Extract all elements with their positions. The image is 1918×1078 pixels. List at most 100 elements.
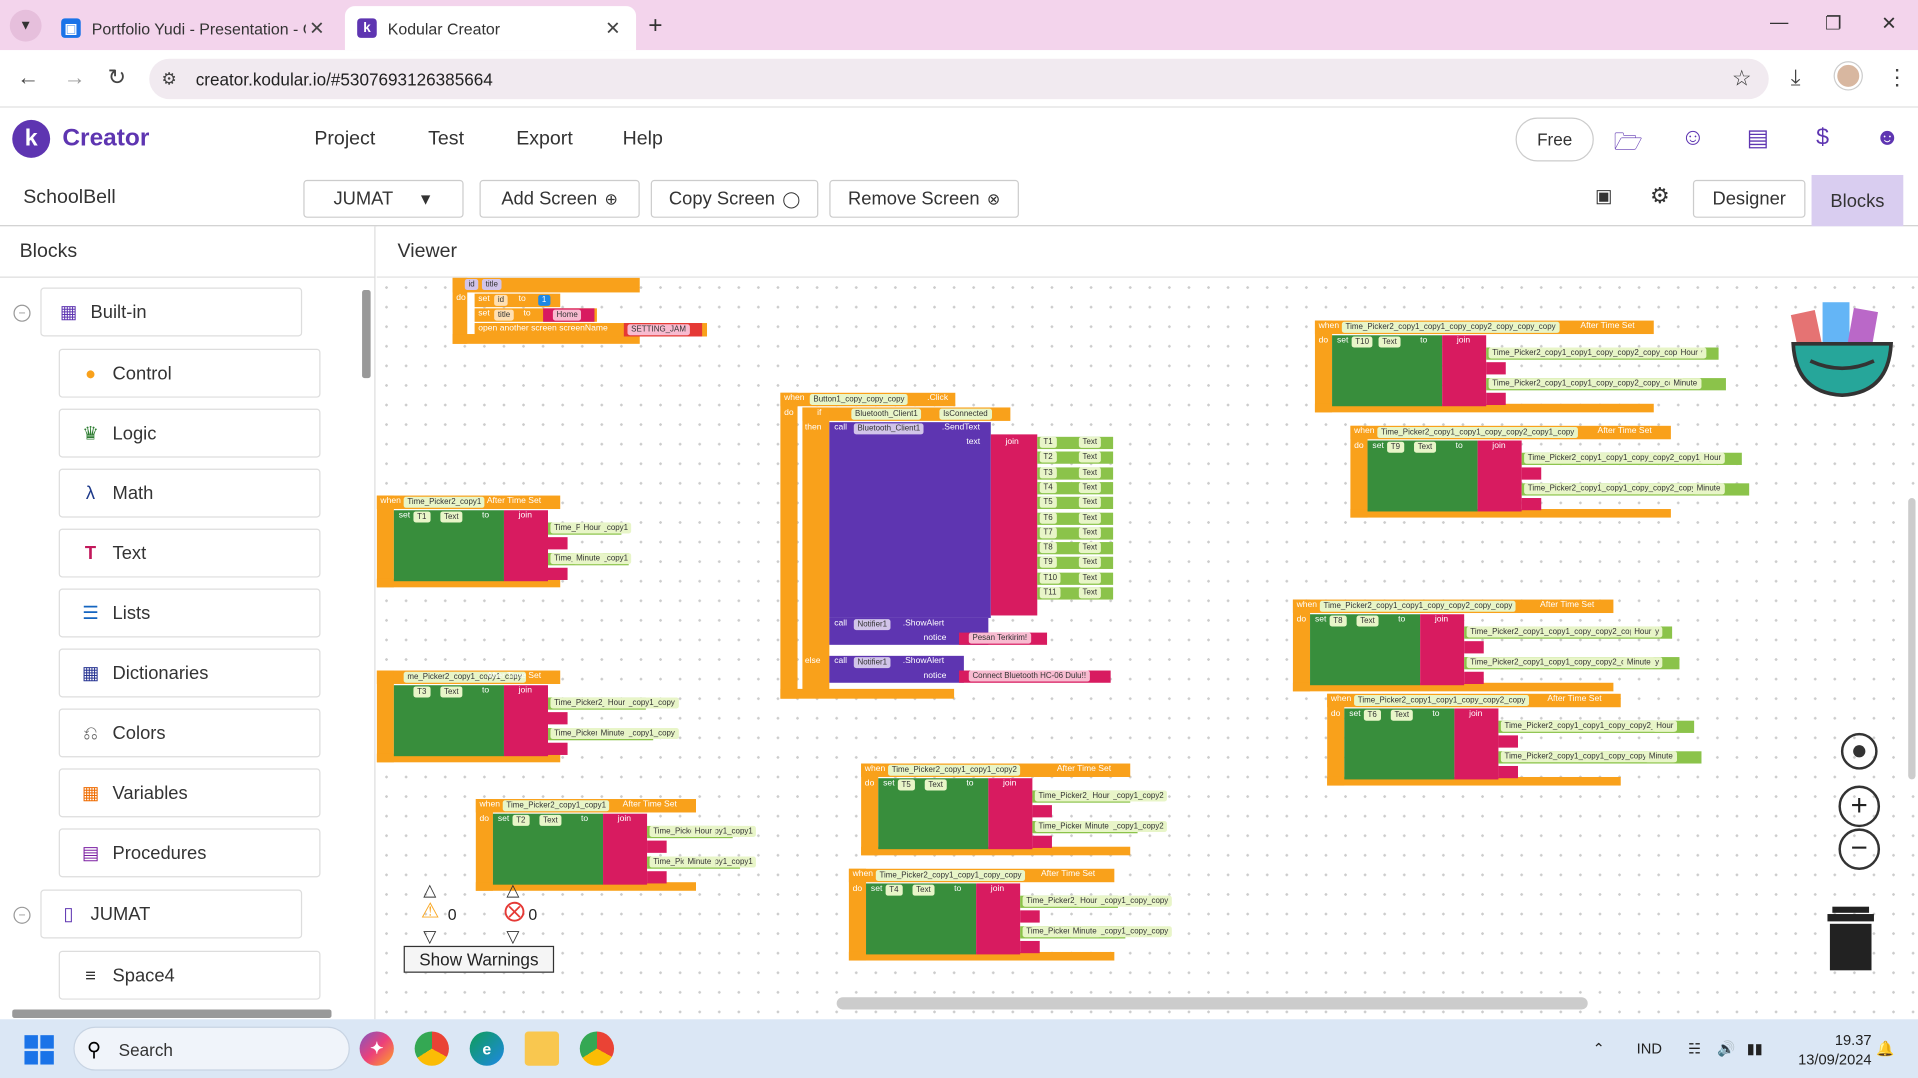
clock[interactable]: 19.37 13/09/2024 [1798, 1030, 1871, 1069]
warning-count: 0 [447, 905, 457, 924]
blocks-workspace[interactable]: id title do set id to 1 set title to Hom… [376, 277, 1918, 1020]
procedures-icon: ▤ [81, 843, 100, 864]
site-info-icon[interactable]: ⚙ [161, 69, 176, 90]
workspace-horizontal-scrollbar[interactable] [836, 997, 1588, 1010]
show-warnings-button[interactable]: Show Warnings [403, 945, 555, 973]
tree-label: Logic [112, 422, 157, 444]
windows-start-icon[interactable] [24, 1035, 54, 1065]
remove-screen-button[interactable]: Remove Screen ⊗ [829, 179, 1019, 218]
taskbar-search[interactable]: ⚲ Search [73, 1026, 350, 1071]
notification-bell-icon[interactable]: 🔔 [1876, 1040, 1894, 1057]
forward-icon[interactable]: → [64, 65, 86, 91]
tree-dictionaries[interactable]: ▦ Dictionaries [58, 648, 321, 698]
brand-title[interactable]: Creator [62, 125, 149, 153]
bookmark-star-icon[interactable]: ☆ [1732, 66, 1752, 92]
backpack-icon[interactable] [1786, 295, 1899, 400]
url-text[interactable]: creator.kodular.io/#5307693126385664 [196, 70, 493, 90]
tree-screen-jumat[interactable]: ▯ JUMAT [40, 889, 303, 939]
zoom-in-button[interactable]: + [1838, 785, 1881, 828]
menu-export[interactable]: Export [516, 128, 573, 150]
download-icon[interactable]: ⤓ [1791, 65, 1801, 91]
chrome-profile-icon[interactable] [579, 1031, 615, 1066]
builtin-icon: ▦ [59, 302, 78, 324]
tree-lists[interactable]: ☰ Lists [58, 588, 321, 638]
kodular-logo-icon[interactable]: k [12, 119, 51, 158]
free-plan-button[interactable]: Free [1515, 117, 1594, 162]
tree-control[interactable]: ● Control [58, 348, 321, 398]
menu-test[interactable]: Test [428, 128, 464, 150]
workspace-vertical-scrollbar[interactable] [1908, 498, 1916, 780]
zoom-out-button[interactable]: − [1838, 828, 1881, 870]
minimize-icon[interactable]: — [1770, 12, 1788, 33]
tree-logic[interactable]: ♛ Logic [58, 408, 321, 458]
close-icon[interactable]: ✕ [306, 17, 328, 39]
window-close-icon[interactable]: ✕ [1881, 12, 1896, 34]
community-icon[interactable]: ☺ [1678, 125, 1707, 154]
chrome-icon[interactable] [414, 1031, 449, 1066]
chevron-up-icon[interactable]: △ [423, 880, 436, 901]
profile-avatar[interactable] [1834, 62, 1862, 90]
tree-text[interactable]: T Text [58, 528, 321, 578]
add-screen-button[interactable]: Add Screen ⊕ [479, 179, 640, 218]
menu-project[interactable]: Project [314, 128, 375, 150]
address-bar[interactable]: ⚙ creator.kodular.io/#5307693126385664 ☆ [149, 58, 1769, 100]
component-label: T8 [1039, 542, 1057, 554]
event-after-time-set: After Time Set [1540, 600, 1595, 610]
chevron-up-icon[interactable]: ⌃ [1593, 1040, 1605, 1057]
designer-button[interactable]: Designer [1692, 179, 1806, 218]
restore-icon[interactable]: ❐ [1825, 12, 1841, 34]
target-component: T10 [1351, 336, 1373, 348]
collapse-icon[interactable]: − [13, 304, 31, 322]
event-after-time-set: After Time Set [1040, 869, 1096, 879]
tree-label: Variables [112, 782, 188, 804]
tab-portfolio[interactable]: ▣ Portfolio Yudi - Presentation - G ✕ [49, 6, 340, 50]
chevron-down-icon[interactable]: ▽ [506, 926, 519, 947]
blocks-button[interactable]: Blocks [1811, 174, 1904, 227]
collapse-icon[interactable]: − [13, 906, 31, 924]
language-indicator[interactable]: IND [1637, 1040, 1662, 1057]
center-workspace-button[interactable] [1840, 732, 1878, 770]
chevron-down-icon[interactable]: ▽ [423, 926, 436, 947]
tree-label: Dictionaries [112, 662, 209, 684]
component-label: T1 [1039, 436, 1057, 448]
join-item-row: T8 Text [1037, 542, 1114, 555]
trash-icon[interactable] [1825, 904, 1876, 973]
copy-screen-button[interactable]: Copy Screen ◯ [650, 179, 819, 218]
tab-search-button[interactable]: ▼ [9, 9, 42, 42]
wifi-icon[interactable]: ☵ [1688, 1040, 1701, 1057]
close-icon[interactable]: ✕ [602, 17, 624, 39]
menu-help[interactable]: Help [623, 128, 663, 150]
battery-icon[interactable]: ▮▮ [1747, 1040, 1763, 1057]
tree-variables[interactable]: ▦ Variables [58, 768, 321, 818]
tree-math[interactable]: λ Math [58, 468, 321, 518]
minute-prop: Minute [1623, 657, 1655, 669]
edge-icon[interactable]: e [469, 1031, 504, 1066]
folder-star-icon[interactable]: 🗁 [1613, 125, 1643, 156]
empty-text-bar [1486, 392, 1506, 406]
do-label: do [1330, 709, 1341, 719]
horizontal-scrollbar[interactable] [12, 1009, 332, 1019]
tree-procedures[interactable]: ▤ Procedures [58, 828, 321, 878]
docs-icon[interactable]: ▤ [1743, 125, 1772, 154]
tree-space4[interactable]: ≡ Space4 [58, 950, 321, 1000]
file-explorer-icon[interactable] [524, 1031, 560, 1066]
dollar-icon[interactable]: $ [1808, 125, 1837, 154]
set-label: set [1349, 709, 1361, 719]
account-icon[interactable]: ☻ [1873, 125, 1902, 154]
screenshot-icon[interactable]: ▣ [1590, 182, 1618, 210]
back-icon[interactable]: ← [17, 65, 39, 91]
copilot-icon[interactable]: ✦ [359, 1031, 394, 1066]
volume-icon[interactable]: 🔊 [1717, 1040, 1735, 1057]
settings-gear-icon[interactable]: ⚙ [1646, 182, 1674, 210]
more-menu-icon[interactable]: ⋮ [1886, 65, 1908, 91]
join-label: join [1456, 336, 1471, 346]
chevron-up-icon[interactable]: △ [506, 880, 519, 901]
vertical-scrollbar[interactable] [362, 289, 371, 379]
tree-builtin[interactable]: ▦ Built-in [40, 287, 303, 337]
screen-select[interactable]: JUMAT ▼ [303, 179, 464, 218]
reload-icon[interactable]: ↻ [108, 65, 126, 91]
new-tab-icon[interactable]: + [648, 12, 662, 40]
tab-kodular[interactable]: k Kodular Creator ✕ [344, 6, 637, 51]
slides-favicon-icon: ▣ [61, 18, 81, 38]
tree-colors[interactable]: ⎌ Colors [58, 708, 321, 758]
